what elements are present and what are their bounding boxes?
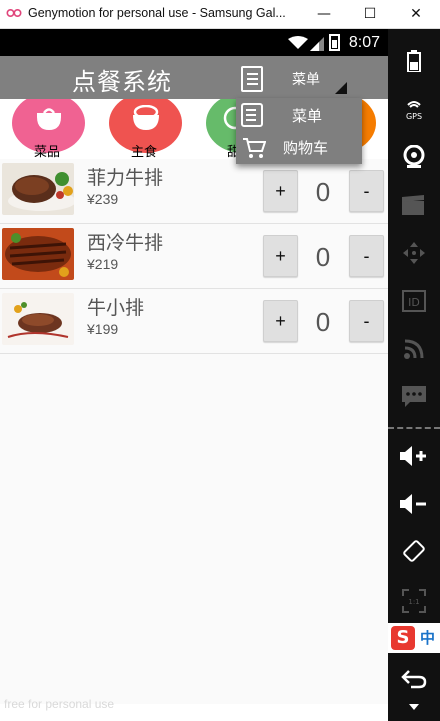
decrease-quantity-button[interactable]: - (349, 170, 384, 212)
product-photo (2, 293, 74, 345)
status-time: 8:07 (348, 34, 380, 51)
product-row[interactable]: 菲力牛排 ¥239 + 0 - (0, 159, 388, 224)
wifi-icon (288, 35, 308, 54)
rss-icon[interactable] (388, 329, 440, 369)
product-photo (2, 163, 74, 215)
spinner-caret-icon[interactable] (335, 82, 347, 94)
sms-icon[interactable] (388, 377, 440, 417)
maximize-button[interactable]: ☐ (347, 0, 393, 28)
pixel-perfect-icon[interactable]: 1:1 (388, 581, 440, 621)
product-row[interactable]: 西冷牛排 ¥219 + 0 - (0, 224, 388, 289)
increase-quantity-button[interactable]: + (263, 300, 298, 342)
app-bar: 点餐系统 菜单 (0, 56, 388, 99)
ime-mode-label: 中 (420, 629, 436, 647)
emulator-toolbar: GPS ID 1:1 S 中 (388, 29, 440, 721)
screencast-icon[interactable] (388, 185, 440, 225)
cell-signal-icon (310, 36, 324, 55)
gps-icon[interactable]: GPS (388, 89, 440, 129)
window-title: Genymotion for personal use - Samsung Ga… (28, 6, 286, 20)
scale-label: 1:1 (408, 598, 419, 606)
dropdown-item-label: 菜单 (292, 107, 323, 125)
decrease-quantity-button[interactable]: - (349, 235, 384, 277)
menu-list-icon[interactable] (241, 66, 263, 92)
sogou-ime-icon[interactable]: S 中 (388, 623, 440, 653)
product-row[interactable]: 牛小排 ¥199 + 0 - (0, 289, 388, 354)
nav-dropdown: 菜单 购物车 (236, 98, 362, 164)
dropdown-item-label: 购物车 (283, 139, 329, 157)
toolbar-divider (388, 427, 440, 429)
shopping-cart-icon (243, 138, 266, 158)
scroll-down-icon[interactable] (388, 697, 440, 717)
webcam-icon[interactable] (388, 137, 440, 177)
dropdown-item-cart[interactable]: 购物车 (236, 131, 362, 164)
dropdown-item-menu[interactable]: 菜单 (236, 98, 362, 131)
android-status-bar: 8:07 (0, 29, 388, 56)
category-label: 菜品 (34, 145, 61, 159)
product-price: ¥199 (87, 321, 119, 337)
device-id-label: ID (408, 296, 420, 309)
product-price: ¥239 (87, 191, 119, 207)
battery-widget-icon[interactable] (388, 41, 440, 81)
product-name: 西冷牛排 (87, 232, 164, 254)
increase-quantity-button[interactable]: + (263, 235, 298, 277)
watermark: free for personal use (4, 697, 115, 711)
product-photo (2, 228, 74, 280)
product-list: 菲力牛排 ¥239 + 0 - 西冷牛排 ¥219 + 0 - 牛小排 ¥199… (0, 159, 388, 704)
minimize-button[interactable]: — (301, 0, 347, 28)
gps-label: GPS (406, 112, 422, 121)
increase-quantity-button[interactable]: + (263, 170, 298, 212)
spinner-selected-value[interactable]: 菜单 (292, 69, 320, 89)
close-icon: ✕ (410, 6, 422, 22)
battery-icon (329, 34, 340, 51)
quantity-value: 0 (315, 307, 331, 337)
maximize-icon: ☐ (363, 6, 377, 22)
menu-list-icon (241, 103, 263, 127)
volume-down-icon[interactable] (388, 484, 440, 524)
window-titlebar: Genymotion for personal use - Samsung Ga… (0, 0, 440, 29)
quantity-value: 0 (315, 177, 331, 207)
decrease-quantity-button[interactable]: - (349, 300, 384, 342)
volume-up-icon[interactable] (388, 436, 440, 476)
minimize-icon: — (317, 6, 331, 22)
genymotion-logo-icon (6, 8, 22, 18)
dpad-icon[interactable] (388, 233, 440, 273)
app-title: 点餐系统 (72, 68, 172, 96)
device-id-icon[interactable]: ID (388, 281, 440, 321)
product-name: 牛小排 (87, 297, 145, 319)
category-label: 主食 (131, 145, 158, 159)
product-price: ¥219 (87, 256, 119, 272)
back-icon[interactable] (388, 659, 440, 699)
quantity-value: 0 (315, 242, 331, 272)
rotate-icon[interactable] (388, 531, 440, 571)
product-name: 菲力牛排 (87, 167, 164, 189)
close-button[interactable]: ✕ (393, 0, 439, 28)
